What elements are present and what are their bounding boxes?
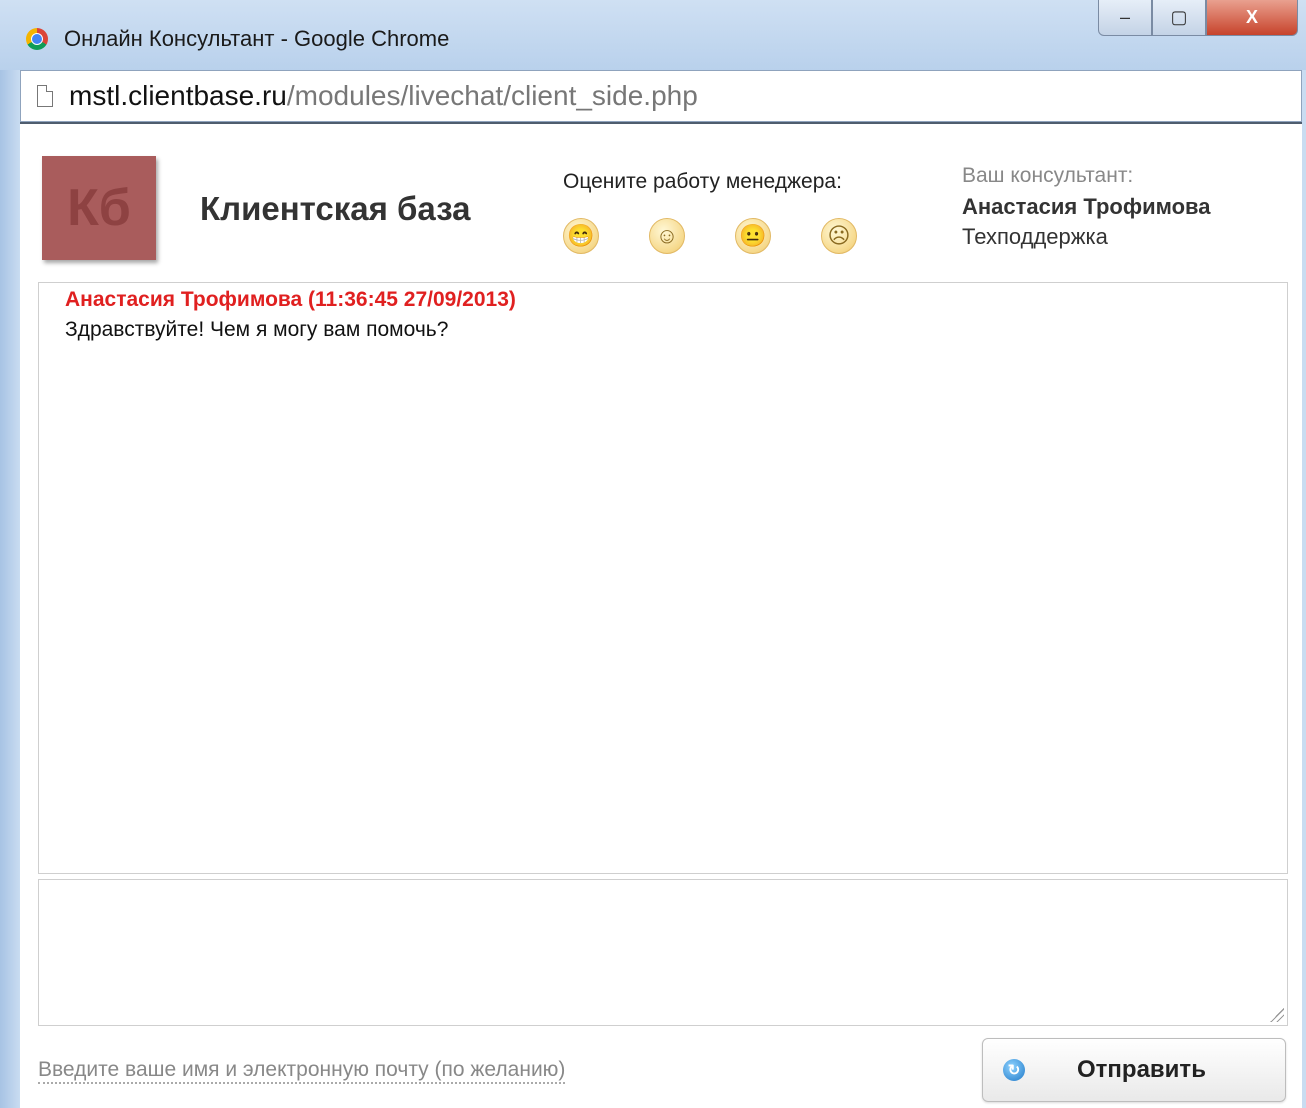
window-controls: – ▢ X [1098,0,1298,44]
brand-name: Клиентская база [200,190,471,227]
refresh-icon: ↻ [1003,1059,1025,1081]
address-bar[interactable]: mstl.clientbase.ru/modules/livechat/clie… [20,70,1302,122]
consultant-name: Анастасия Трофимова [962,194,1211,219]
close-button[interactable]: X [1206,0,1298,36]
minimize-button[interactable]: – [1098,0,1152,36]
chrome-logo-icon [26,28,48,50]
page-icon [37,85,53,107]
url-text[interactable]: mstl.clientbase.ru/modules/livechat/clie… [69,80,698,112]
consultant-department: Техподдержка [962,224,1108,249]
window-right-border [1302,70,1306,1108]
rating-label: Оцените работу менеджера: [563,170,842,193]
maximize-button[interactable]: ▢ [1152,0,1206,36]
send-button[interactable]: ↻ Отправить [982,1038,1286,1102]
message-text: Здравствуйте! Чем я могу вам помочь? [65,318,449,341]
window-left-border [0,70,20,1108]
resize-grip-icon[interactable] [1270,1008,1284,1022]
brand-logo: Кб [42,156,156,260]
message-header: Анастасия Трофимова (11:36:45 27/09/2013… [65,288,516,311]
consultant-caption: Ваш консультант: [962,164,1134,187]
window-titlebar: Онлайн Консультант - Google Chrome – ▢ X [0,0,1306,70]
send-button-label: Отправить [1077,1056,1206,1083]
url-path: /modules/livechat/client_side.php [286,80,698,111]
window-title: Онлайн Консультант - Google Chrome [64,26,450,51]
name-email-link[interactable]: Введите ваше имя и электронную почту (по… [38,1058,566,1084]
sad-face-icon[interactable]: ☹ [821,218,857,254]
chat-log[interactable]: Анастасия Трофимова (11:36:45 27/09/2013… [38,282,1288,874]
neutral-face-icon[interactable]: 😐 [735,218,771,254]
laughing-face-icon[interactable]: 😁 [563,218,599,254]
url-host: mstl.clientbase.ru [69,80,287,111]
message-input[interactable] [38,879,1288,1026]
smiling-face-icon[interactable]: ☺ [649,218,685,254]
divider [20,122,1302,124]
